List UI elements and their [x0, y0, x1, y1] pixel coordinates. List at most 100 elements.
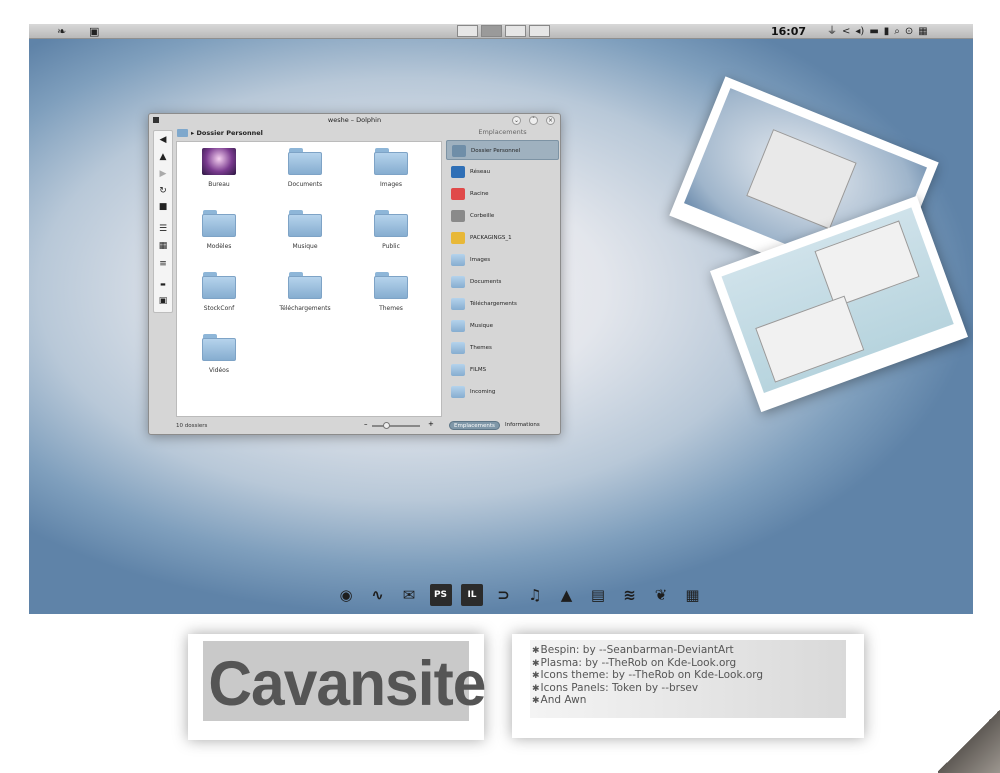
mini-window — [755, 295, 865, 383]
columns-view-icon[interactable]: ☰ — [154, 223, 172, 235]
zoom-out-icon[interactable]: – — [364, 420, 368, 428]
folder-item[interactable]: Vidéos — [181, 334, 257, 375]
folder-item[interactable]: Téléchargements — [267, 272, 343, 313]
place-item[interactable]: Corbeille — [446, 206, 559, 226]
folder-icon — [451, 254, 465, 266]
book-icon[interactable]: ▣ — [89, 25, 99, 38]
place-label: Corbeille — [470, 213, 495, 219]
reload-icon[interactable]: ↻ — [154, 185, 172, 197]
details-view-icon[interactable]: ≡ — [154, 258, 172, 270]
icons-view-icon[interactable]: ▦ — [154, 240, 172, 252]
desktop-pager[interactable] — [457, 25, 550, 37]
place-item[interactable]: Réseau — [446, 162, 559, 182]
illustrator-icon[interactable]: IL — [461, 584, 483, 606]
folder-label: Themes — [379, 305, 403, 312]
top-panel: ❧ ▣ 16:07 ⏚ < ◂) ▬ ▮ ⌕ ⊙ ▦ — [29, 24, 973, 39]
home-icon[interactable] — [177, 129, 188, 137]
usb-icon[interactable]: ⏚ — [827, 24, 837, 39]
close-button[interactable]: × — [546, 116, 555, 125]
terminal-icon[interactable]: ▣ — [154, 295, 172, 307]
folder-label: Téléchargements — [279, 305, 331, 312]
place-item[interactable]: Themes — [446, 338, 559, 358]
place-item[interactable]: Documents — [446, 272, 559, 292]
place-item[interactable]: Racine — [446, 184, 559, 204]
mini-window — [814, 220, 920, 308]
bullet-icon: ✱ — [532, 646, 540, 656]
place-label: Dossier Personnel — [471, 148, 521, 154]
place-label: Themes — [470, 345, 492, 351]
folder-label: Public — [382, 243, 400, 250]
vlc-icon[interactable]: ▲ — [556, 584, 578, 606]
up-icon[interactable]: ▲ — [154, 151, 172, 163]
vertical-toolbar: ◀ ▲ ▶ ↻ ■ ☰ ▦ ≡ ▬ ▣ — [153, 130, 173, 313]
pager-desktop[interactable] — [457, 25, 478, 37]
trash-icon — [451, 210, 465, 222]
firefox-icon[interactable]: ◉ — [335, 584, 357, 606]
tab-information[interactable]: Informations — [501, 421, 544, 430]
folder-item[interactable]: Documents — [267, 148, 343, 189]
back-icon[interactable]: ◀ — [154, 134, 172, 146]
place-item[interactable]: FILMS — [446, 360, 559, 380]
clipboard-icon[interactable]: ▮ — [884, 24, 890, 39]
folder-item[interactable]: Musique — [267, 210, 343, 251]
pager-desktop[interactable] — [481, 25, 502, 37]
icon-view[interactable]: Bureau Documents Images Modèles Musique Publi… — [176, 141, 442, 417]
window-title: weshe – Dolphin — [327, 116, 382, 124]
folder-icon[interactable]: ▦ — [682, 584, 704, 606]
zoom-track — [372, 425, 420, 427]
folder-item[interactable]: Modèles — [181, 210, 257, 251]
folder-item[interactable]: Images — [353, 148, 429, 189]
battery-icon[interactable]: ▬ — [869, 24, 878, 39]
notebook-icon[interactable]: ▤ — [587, 584, 609, 606]
bullet-icon: ✱ — [532, 658, 540, 669]
mini-window — [746, 129, 857, 230]
leaf-icon[interactable]: ❧ — [57, 25, 66, 38]
zoom-slider[interactable]: – + — [364, 420, 434, 429]
preview-icon[interactable]: ▬ — [154, 279, 172, 291]
tab-places[interactable]: Emplacements — [449, 421, 500, 430]
pager-desktop[interactable] — [505, 25, 526, 37]
photoshop-icon[interactable]: PS — [429, 584, 452, 606]
wifi-icon[interactable]: ▦ — [918, 24, 927, 39]
place-item[interactable]: Dossier Personnel — [446, 140, 559, 160]
mail-icon[interactable]: ✉ — [398, 584, 420, 606]
credit-text: And Awn — [540, 694, 587, 706]
wine-icon[interactable]: ≋ — [619, 584, 641, 606]
zoom-in-icon[interactable]: + — [428, 420, 434, 428]
folder-item[interactable]: Themes — [353, 272, 429, 313]
maximize-button[interactable]: ˆ — [529, 116, 538, 125]
share-icon[interactable]: < — [842, 24, 850, 39]
volume-icon[interactable]: ◂) — [855, 24, 864, 39]
music-icon[interactable]: ♫ — [524, 584, 546, 606]
dock: ◉ ∿ ✉ PS IL ⊃ ♫ ▲ ▤ ≋ ❦ ▦ — [335, 584, 715, 610]
credit-text: Icons Panels: Token by --brsev — [540, 681, 699, 694]
pager-desktop[interactable] — [529, 25, 550, 37]
place-label: Images — [470, 257, 491, 263]
folder-icon — [451, 386, 465, 398]
folder-icon — [451, 342, 465, 354]
rss-icon[interactable]: ∿ — [367, 584, 389, 606]
search-icon[interactable]: ⌕ — [894, 24, 900, 39]
forward-icon[interactable]: ▶ — [154, 168, 172, 180]
place-item[interactable]: Incoming — [446, 382, 559, 402]
place-item[interactable]: Images — [446, 250, 559, 270]
folder-item[interactable]: Bureau — [181, 148, 257, 189]
folder-item[interactable]: StockConf — [181, 272, 257, 313]
folder-item[interactable]: Public — [353, 210, 429, 251]
minimize-button[interactable]: ⌄ — [512, 116, 521, 125]
title-card: Cavansite — [188, 634, 486, 740]
folder-icon — [452, 145, 466, 157]
place-item[interactable]: PACKAGINGS_1 — [446, 228, 559, 248]
menu-icon[interactable]: ⊙ — [905, 24, 913, 39]
zoom-knob[interactable] — [383, 422, 390, 429]
breadcrumb[interactable]: ▸ Dossier Personnel — [191, 128, 263, 138]
place-item[interactable]: Téléchargements — [446, 294, 559, 314]
chat-icon[interactable]: ⊃ — [493, 584, 515, 606]
folder-icon — [451, 188, 465, 200]
place-item[interactable]: Musique — [446, 316, 559, 336]
leaf-icon[interactable]: ❦ — [650, 584, 672, 606]
folder-label: StockConf — [203, 305, 235, 312]
stop-icon[interactable]: ■ — [154, 201, 172, 213]
credits-plate: ✱Bespin: by --Seanbarman-DeviantArt ✱Plas… — [530, 640, 846, 718]
clock[interactable]: 16:07 — [771, 24, 806, 39]
